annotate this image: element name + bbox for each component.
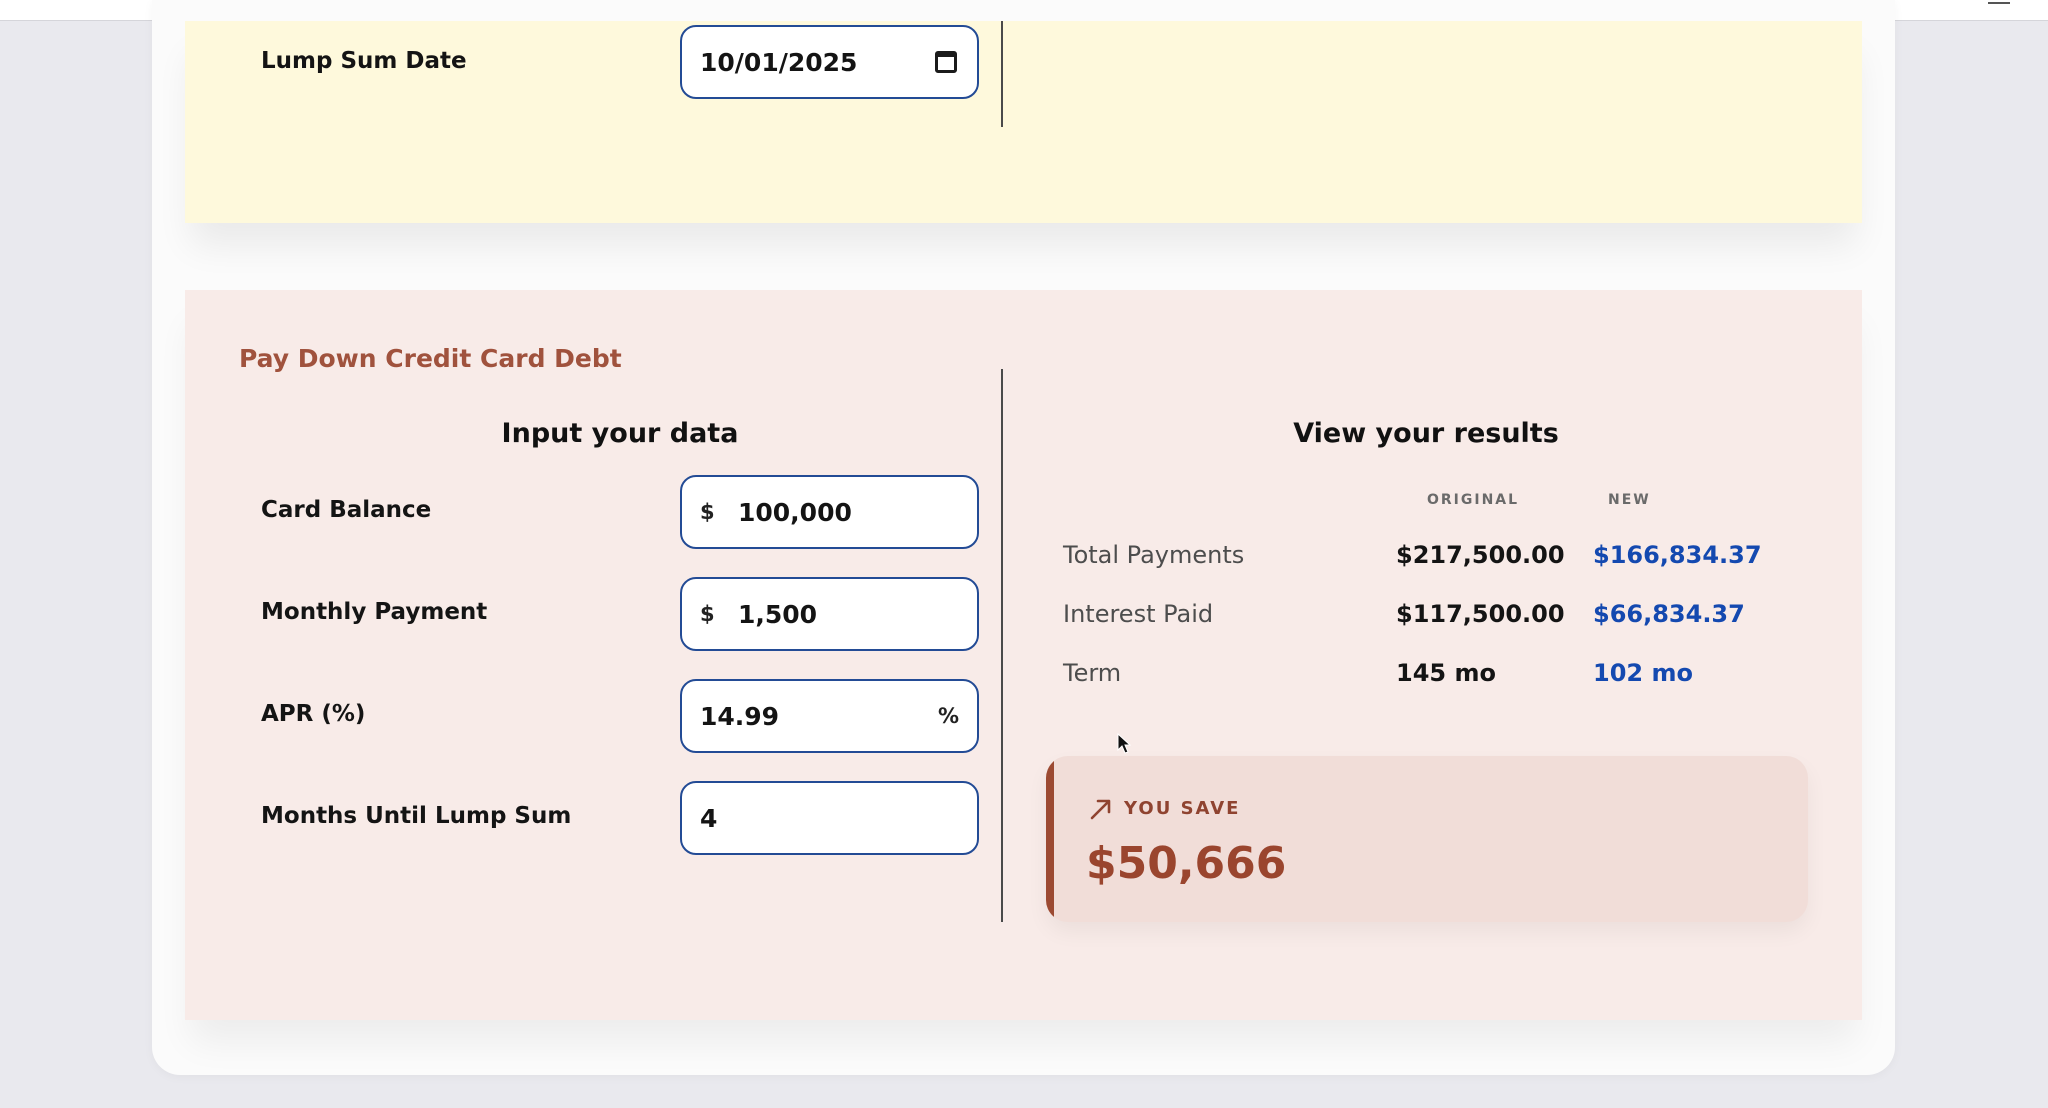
result-row-original: $217,500.00 [1396,541,1565,569]
apr-value: 14.99 [700,701,780,731]
currency-prefix: $ [700,500,715,524]
mouse-cursor-icon [1117,733,1131,754]
card-balance-value: 100,000 [738,497,852,527]
trending-up-icon [1090,799,1111,820]
menu-icon[interactable] [1988,0,2010,4]
lump-sum-date-label: Lump Sum Date [261,48,467,74]
apr-input[interactable]: 14.99 % [680,679,979,753]
result-row-new: $166,834.37 [1593,541,1762,569]
section-title: Pay Down Credit Card Debt [239,344,622,373]
result-row-new: $66,834.37 [1593,600,1745,628]
lump-sum-date-value: 10/01/2025 [700,47,858,77]
currency-prefix: $ [700,602,715,626]
result-row-label: Interest Paid [1063,600,1214,628]
months-until-lump-sum-input[interactable]: 4 [680,781,979,855]
input-heading: Input your data [501,418,739,449]
results-heading: View your results [1293,418,1559,449]
result-row-new: 102 mo [1593,659,1693,687]
you-save-label: YOU SAVE [1124,798,1241,819]
apr-label: APR (%) [261,701,366,727]
column-divider [1001,369,1003,922]
results-column-original: ORIGINAL [1427,492,1520,508]
monthly-payment-value: 1,500 [738,599,818,629]
percent-suffix: % [937,704,959,728]
result-row-original: 145 mo [1396,659,1496,687]
result-row-label: Term [1063,659,1122,687]
savings-accent-bar [1046,756,1054,922]
lump-sum-date-input[interactable]: 10/01/2025 [680,25,979,99]
monthly-payment-label: Monthly Payment [261,599,488,625]
result-row-label: Total Payments [1063,541,1245,569]
monthly-payment-input[interactable]: $ 1,500 [680,577,979,651]
months-until-lump-sum-value: 4 [700,803,718,833]
card-balance-input[interactable]: $ 100,000 [680,475,979,549]
results-column-new: NEW [1608,492,1651,508]
savings-card: YOU SAVE $50,666 [1046,756,1808,922]
card-balance-label: Card Balance [261,497,432,523]
column-divider [1001,21,1003,127]
result-row-original: $117,500.00 [1396,600,1565,628]
months-until-lump-sum-label: Months Until Lump Sum [261,803,572,829]
you-save-value: $50,666 [1086,838,1287,889]
calendar-icon[interactable] [935,51,957,73]
